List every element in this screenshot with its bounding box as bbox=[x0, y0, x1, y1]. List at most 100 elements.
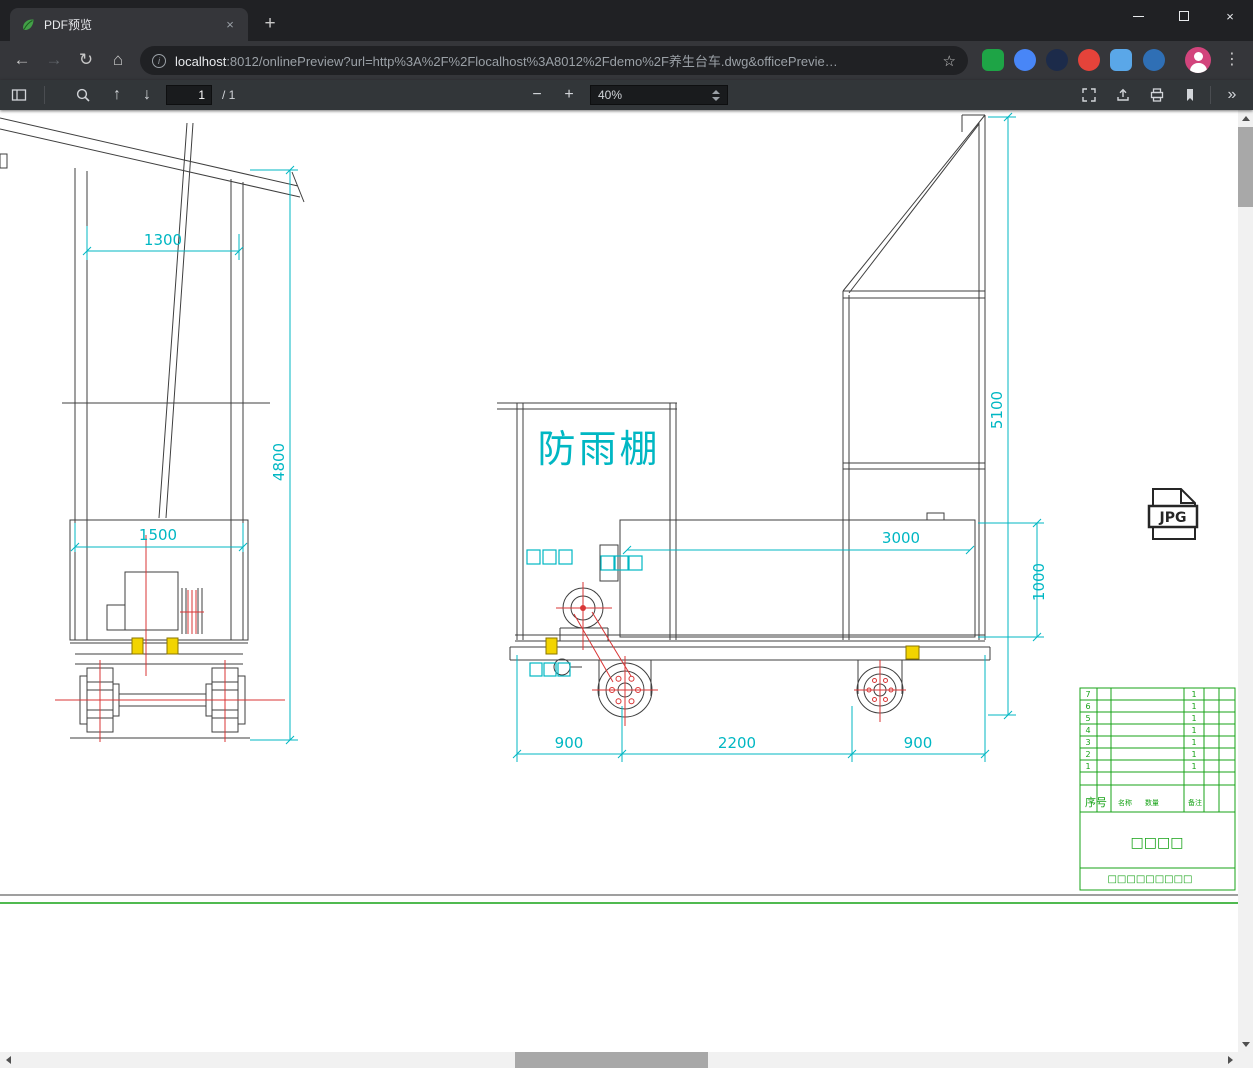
new-tab-button[interactable]: + bbox=[257, 11, 283, 37]
forward-icon[interactable]: → bbox=[40, 46, 68, 74]
extension-icon-6[interactable] bbox=[1143, 49, 1165, 71]
minimize-icon bbox=[1132, 15, 1144, 17]
header-note: 备注 bbox=[1188, 798, 1202, 807]
row-qty: 1 bbox=[1191, 738, 1196, 747]
pdf-toolbar: ↑ ↓ / 1 − + 40% bbox=[0, 80, 1253, 110]
scroll-right-arrow[interactable] bbox=[1222, 1052, 1238, 1068]
profile-avatar[interactable] bbox=[1185, 47, 1211, 73]
title-bar: PDF预览 × + × bbox=[0, 0, 1253, 41]
reload-icon[interactable]: ↻ bbox=[72, 46, 100, 74]
url-path: :8012/onlinePreview?url=http%3A%2F%2Floc… bbox=[226, 54, 838, 69]
extension-icon-4[interactable] bbox=[1078, 49, 1100, 71]
window-controls: × bbox=[1115, 0, 1253, 32]
dim-4800: 4800 bbox=[270, 443, 288, 481]
scroll-up-arrow[interactable] bbox=[1238, 110, 1253, 126]
row-number: 6 bbox=[1085, 702, 1090, 711]
kkfileview-leaf-icon bbox=[23, 18, 34, 30]
presentation-mode-button[interactable] bbox=[1076, 83, 1102, 107]
canopy-label: 防雨棚 bbox=[537, 427, 660, 471]
browser-tab[interactable]: PDF预览 × bbox=[10, 8, 248, 41]
pdf-page: 1300 4800 1500 防雨棚 5100 3000 1000 900 22… bbox=[0, 110, 1238, 1052]
right-view-centerlines bbox=[556, 582, 906, 726]
maximize-icon bbox=[1179, 11, 1189, 21]
sheet-border bbox=[0, 894, 1238, 904]
browser-menu-icon[interactable]: ⋮ bbox=[1224, 46, 1240, 74]
url-host: localhost bbox=[175, 54, 227, 69]
dim-900-right: 900 bbox=[904, 734, 933, 752]
title-block: 7 6 5 4 3 2 1 1 1 1 1 1 1 1 序号 名称 数量 备注 … bbox=[1079, 687, 1236, 891]
home-icon[interactable]: ⌂ bbox=[104, 46, 132, 74]
dim-1300: 1300 bbox=[144, 231, 182, 249]
row-qty: 1 bbox=[1191, 726, 1196, 735]
dim-5100: 5100 bbox=[988, 391, 1006, 429]
presentation-mode-icon bbox=[1082, 88, 1096, 102]
page-down-button[interactable]: ↓ bbox=[134, 83, 160, 107]
bookmark-button[interactable] bbox=[1177, 83, 1203, 107]
minimize-button[interactable] bbox=[1115, 0, 1161, 32]
maximize-button[interactable] bbox=[1161, 0, 1207, 32]
horizontal-scrollbar[interactable] bbox=[0, 1052, 1238, 1068]
more-tools-button[interactable]: » bbox=[1219, 83, 1245, 107]
zoom-select-arrows-icon bbox=[712, 89, 720, 101]
row-number: 7 bbox=[1085, 690, 1090, 699]
row-number: 4 bbox=[1085, 726, 1090, 735]
right-view-annotations: 防雨棚 5100 3000 1000 900 2200 900 bbox=[512, 112, 1048, 762]
toolbar-divider bbox=[44, 86, 45, 104]
print-button[interactable] bbox=[1144, 83, 1170, 107]
row-qty: 1 bbox=[1191, 762, 1196, 771]
page-up-button[interactable]: ↑ bbox=[104, 83, 130, 107]
search-icon bbox=[76, 88, 90, 102]
left-view-geometry bbox=[0, 117, 305, 739]
sidebar-toggle-icon bbox=[11, 89, 27, 101]
scroll-left-arrow[interactable] bbox=[0, 1052, 16, 1068]
extension-icon-3[interactable] bbox=[1046, 49, 1068, 71]
row-qty: 1 bbox=[1191, 702, 1196, 711]
row-number: 2 bbox=[1085, 750, 1090, 759]
search-button[interactable] bbox=[70, 83, 96, 107]
address-bar[interactable]: i localhost:8012/onlinePreview?url=http%… bbox=[140, 46, 968, 75]
cad-drawing: 1300 4800 1500 防雨棚 5100 3000 1000 900 22… bbox=[0, 112, 1238, 904]
tab-title: PDF预览 bbox=[44, 18, 93, 32]
open-file-icon bbox=[1117, 88, 1129, 101]
zoom-value-label: 40% bbox=[598, 88, 623, 102]
row-number: 5 bbox=[1085, 714, 1090, 723]
jpg-label: JPG bbox=[1159, 510, 1187, 526]
dim-3000: 3000 bbox=[882, 529, 920, 547]
page-info-icon[interactable]: i bbox=[152, 53, 166, 68]
back-icon[interactable]: ← bbox=[8, 46, 36, 74]
right-view-geometry bbox=[497, 114, 991, 718]
window-close-button[interactable]: × bbox=[1207, 0, 1253, 32]
header-name: 名称 bbox=[1118, 798, 1132, 807]
window-bottom-edge bbox=[0, 1068, 1253, 1079]
dim-2200: 2200 bbox=[718, 734, 756, 752]
vertical-scrollbar[interactable] bbox=[1238, 110, 1253, 1052]
page-count-label: / 1 bbox=[222, 88, 236, 102]
print-icon bbox=[1150, 88, 1164, 102]
navigation-bar: ← → ↻ ⌂ i localhost:8012/onlinePreview?u… bbox=[0, 41, 1253, 80]
toolbar-divider bbox=[1210, 86, 1211, 104]
zoom-select[interactable]: 40% bbox=[590, 85, 728, 105]
row-qty: 1 bbox=[1191, 750, 1196, 759]
dim-1500: 1500 bbox=[139, 526, 177, 544]
scroll-down-arrow[interactable] bbox=[1238, 1036, 1253, 1052]
tab-close-icon[interactable]: × bbox=[222, 17, 238, 33]
open-file-button[interactable] bbox=[1110, 83, 1136, 107]
vertical-scroll-thumb[interactable] bbox=[1238, 127, 1253, 207]
horizontal-scroll-thumb[interactable] bbox=[515, 1052, 708, 1068]
jpg-file-icon: JPG bbox=[1147, 488, 1199, 540]
zoom-out-button[interactable]: − bbox=[524, 83, 550, 107]
zoom-in-button[interactable]: + bbox=[556, 83, 582, 107]
extension-icon-2[interactable] bbox=[1014, 49, 1036, 71]
bookmark-icon bbox=[1187, 89, 1193, 101]
row-number: 1 bbox=[1085, 762, 1090, 771]
row-qty: 1 bbox=[1191, 714, 1196, 723]
bookmark-star-icon[interactable]: ☆ bbox=[943, 52, 956, 70]
url-text: localhost:8012/onlinePreview?url=http%3A… bbox=[175, 51, 838, 70]
dim-1000: 1000 bbox=[1030, 563, 1048, 601]
page-number-input[interactable] bbox=[166, 85, 212, 105]
row-qty: 1 bbox=[1191, 690, 1196, 699]
extension-icon-1[interactable] bbox=[982, 49, 1004, 71]
sidebar-toggle-button[interactable] bbox=[6, 83, 32, 107]
dim-900-left: 900 bbox=[555, 734, 584, 752]
extension-icon-5[interactable] bbox=[1110, 49, 1132, 71]
